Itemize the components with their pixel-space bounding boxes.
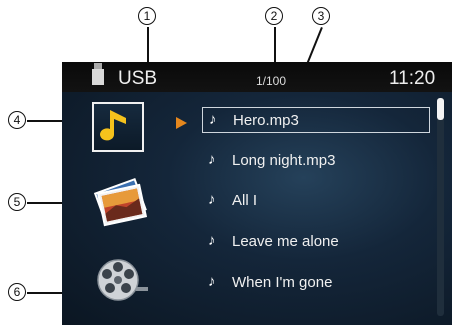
list-item[interactable]: ♪ When I'm gone	[202, 270, 430, 296]
music-note-icon: ♪	[208, 151, 216, 168]
now-playing-arrow-icon	[176, 117, 187, 129]
track-title: When I'm gone	[232, 274, 333, 291]
track-title: Long night.mp3	[232, 152, 336, 169]
source-label: USB	[118, 68, 158, 89]
callout-2: 2	[265, 7, 283, 25]
track-title: Hero.mp3	[233, 112, 299, 129]
music-note-icon	[100, 110, 126, 141]
callout-1: 1	[138, 7, 156, 25]
photo-icon	[93, 177, 148, 227]
callout-4: 4	[8, 111, 26, 129]
callout-5: 5	[8, 193, 26, 211]
scrollbar-thumb[interactable]	[437, 98, 444, 120]
music-note-icon: ♪	[208, 273, 216, 290]
track-counter: 1/100	[256, 74, 287, 88]
usb-drive-icon	[92, 63, 104, 85]
track-title: All I	[232, 192, 258, 209]
media-player-screen: USB 1/100 11:20 ♪ Hero.mp3 ♪ Long night.…	[62, 62, 452, 325]
music-note-icon: ♪	[209, 111, 217, 128]
list-item[interactable]: ♪ All I	[202, 188, 430, 214]
music-note-icon: ♪	[208, 191, 216, 208]
film-reel-icon	[97, 259, 148, 301]
photo-mode-button[interactable]	[92, 175, 152, 231]
status-bar: USB 1/100 11:20	[62, 62, 452, 92]
list-item[interactable]: ♪ Leave me alone	[202, 229, 430, 255]
track-title: Leave me alone	[232, 233, 339, 250]
music-note-icon: ♪	[208, 232, 216, 249]
music-mode-button[interactable]	[92, 102, 144, 152]
callout-6: 6	[8, 283, 26, 301]
list-item[interactable]: ♪ Hero.mp3	[202, 107, 430, 133]
scrollbar[interactable]	[437, 98, 444, 316]
callout-3: 3	[312, 7, 330, 25]
video-mode-button[interactable]	[92, 254, 162, 308]
clock: 11:20	[389, 68, 436, 89]
list-item[interactable]: ♪ Long night.mp3	[202, 148, 430, 174]
